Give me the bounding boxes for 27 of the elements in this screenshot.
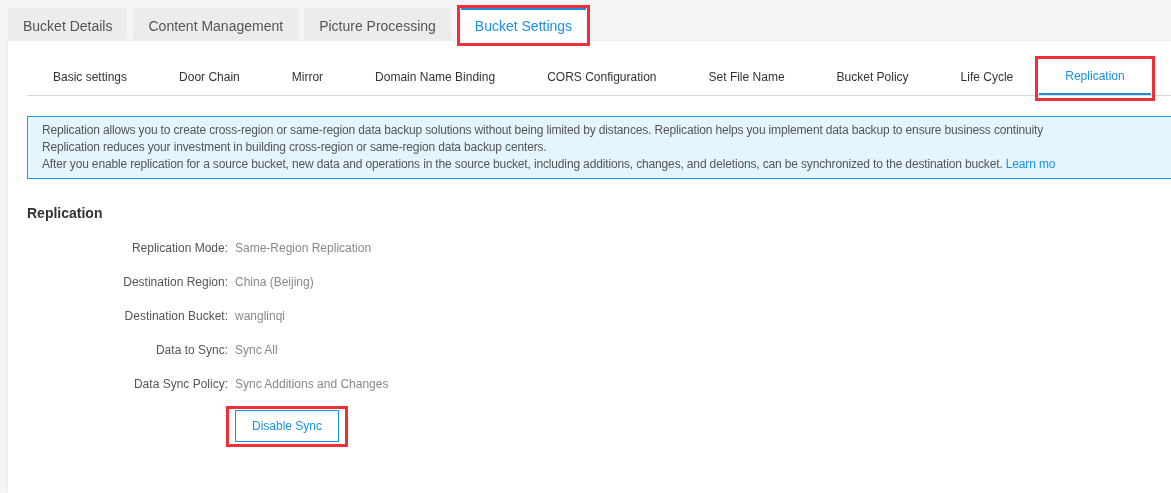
settings-tab[interactable]: Domain Name Binding [349,60,522,96]
section-heading: Replication [27,205,104,221]
settings-tab[interactable]: CORS Configuration [521,60,683,96]
settings-tab[interactable]: Replication [1039,59,1151,95]
settings-tab[interactable]: Set File Name [682,60,811,96]
field-label: Data Sync Policy: [132,376,228,393]
field-value: Same-Region Replication [235,240,373,257]
settings-tab[interactable]: Mirror [265,60,350,96]
notice-text: Replication reduces your investment in building cross-region or same-region data backup centers. [42,139,548,156]
settings-tab[interactable]: Life Cycle [934,60,1040,96]
notice-text: After you enable replication for a source bucket, new data and operations in the source bucket, including additions, changes, and deletions, can be synchronized to the destination bucket. Learn mo [42,156,1057,173]
field-value: wanglinqi [235,308,287,325]
notice-text: Replication allows you to create cross-region or same-region data backup solutions without being limited by distances. Replication helps you implement data backup to ensure business continuity [42,122,1045,139]
field-label: Replication Mode: [130,240,228,257]
field-value: Sync All [235,342,279,359]
settings-tab[interactable]: Basic settings [27,60,154,96]
settings-tab[interactable]: Bucket Policy [810,60,935,96]
field-value: China (Beijing) [235,274,315,291]
tab[interactable]: Content Management [133,8,299,41]
settings-tab[interactable]: Door Chain [153,60,266,96]
field-label: Destination Bucket: [123,308,228,325]
field-label: Destination Region: [122,274,228,291]
disable-sync-button[interactable]: Disable Sync [235,410,340,442]
tab[interactable]: Bucket Details [8,8,128,41]
field-value: Sync Additions and Changes [235,376,390,393]
field-label: Data to Sync: [154,342,228,359]
tab[interactable]: Picture Processing [304,8,451,41]
